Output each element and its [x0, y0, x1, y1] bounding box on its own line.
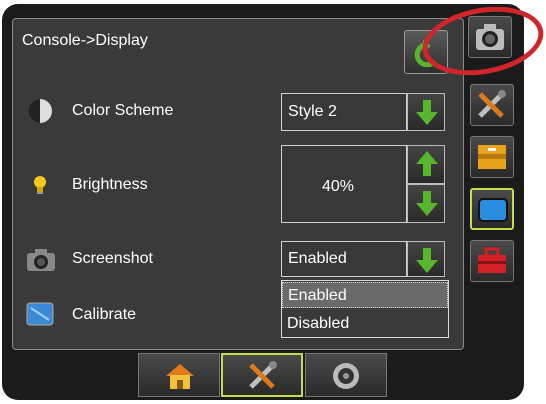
calibrate-icon: [26, 302, 54, 326]
screenshot-dropdown-list: Enabled Disabled: [281, 280, 449, 338]
color-scheme-value: Style 2: [288, 103, 337, 120]
chevron-down-icon: [416, 248, 438, 273]
bottom-tab-gps[interactable]: [305, 353, 387, 397]
brightness-field: 40%: [281, 145, 407, 223]
dropdown-option-enabled[interactable]: Enabled: [282, 282, 448, 308]
screenshot-select[interactable]: Enabled: [281, 241, 407, 277]
screenshot-dropdown-button[interactable]: [407, 241, 445, 277]
tools-icon: [249, 361, 277, 389]
color-scheme-label: Color Scheme: [72, 102, 174, 119]
color-scheme-icon: [28, 99, 52, 123]
brightness-label: Brightness: [72, 176, 148, 193]
side-tab-display[interactable]: [470, 188, 514, 230]
color-scheme-dropdown-button[interactable]: [407, 93, 445, 131]
screenshot-label: Screenshot: [72, 250, 153, 267]
arrow-up-icon: [416, 151, 438, 176]
side-tab-tools[interactable]: [470, 84, 514, 126]
tools-icon: [478, 90, 506, 118]
brightness-value: 40%: [322, 178, 355, 195]
satellite-icon: [333, 363, 359, 389]
home-icon: [166, 364, 194, 389]
brightness-decrease-button[interactable]: [407, 184, 445, 223]
bottom-tab-home[interactable]: [138, 353, 220, 397]
breadcrumb: Console->Display: [22, 32, 148, 49]
chevron-down-icon: [416, 100, 438, 125]
bottom-tab-tools[interactable]: [221, 353, 303, 397]
dropdown-option-disabled[interactable]: Disabled: [282, 311, 448, 337]
arrow-down-icon: [416, 191, 438, 216]
display-icon: [478, 198, 508, 222]
color-scheme-select[interactable]: Style 2: [281, 93, 407, 131]
side-tab-storage[interactable]: [470, 136, 514, 178]
toolbox-icon: [478, 247, 506, 273]
screenshot-value: Enabled: [288, 250, 347, 267]
calibrate-label[interactable]: Calibrate: [72, 306, 136, 324]
brightness-increase-button[interactable]: [407, 145, 445, 184]
camera-icon: [27, 249, 55, 271]
drawer-icon: [478, 145, 506, 169]
lightbulb-icon: [34, 176, 46, 194]
side-tab-toolbox[interactable]: [470, 240, 514, 282]
